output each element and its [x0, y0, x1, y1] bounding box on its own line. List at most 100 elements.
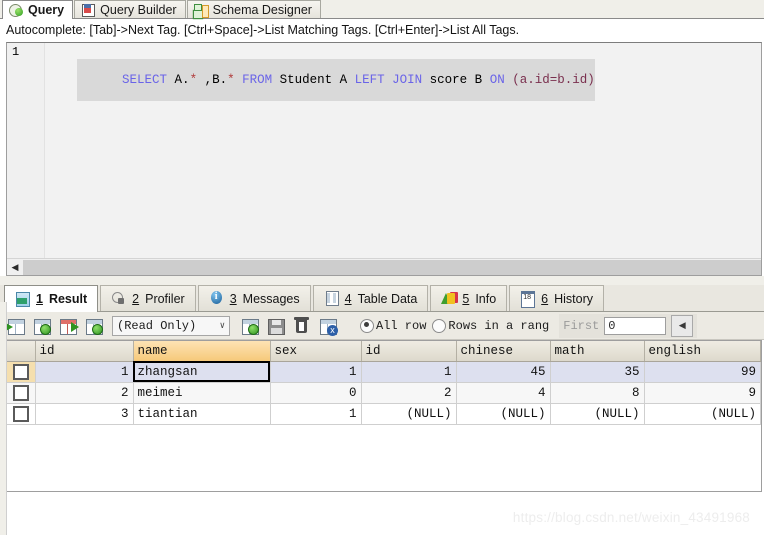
tab-result[interactable]: 1 Result [4, 285, 99, 312]
save-record-icon[interactable] [264, 316, 286, 336]
grid-header-row: id name sex id chinese math english [7, 341, 761, 362]
table-data-icon [324, 291, 339, 306]
duplicate-record-icon[interactable] [30, 316, 52, 336]
cell-english[interactable]: 9 [644, 382, 761, 404]
sql-token-b: ,B. [197, 73, 228, 87]
sql-token-select: SELECT [122, 73, 168, 87]
editor-horizontal-scrollbar[interactable]: ◀ [7, 258, 761, 275]
cell-name[interactable]: tiantian [133, 403, 271, 425]
tab-history[interactable]: 6 History [509, 285, 605, 311]
edit-record-icon[interactable] [56, 316, 79, 336]
cell-name[interactable]: meimei [133, 382, 271, 404]
column-header-id-b[interactable]: id [361, 341, 457, 362]
autocomplete-hint-bar: Autocomplete: [Tab]->Next Tag. [Ctrl+Spa… [0, 19, 764, 42]
radio-rows-in-range[interactable] [432, 318, 447, 333]
line-number-1: 1 [12, 45, 20, 59]
cell-math[interactable]: 8 [550, 382, 645, 404]
cell-sex[interactable]: 0 [270, 382, 362, 404]
scrollbar-track[interactable] [23, 259, 761, 275]
scroll-left-arrow-icon[interactable]: ◀ [7, 259, 23, 275]
radio-all-rows-label: All row [376, 318, 427, 333]
query-globe-icon [9, 3, 23, 17]
panel-splitter[interactable] [0, 276, 764, 285]
delete-record-icon[interactable] [290, 316, 312, 336]
radio-rows-in-range-label: Rows in a rang [448, 318, 550, 333]
first-row-input[interactable]: 0 [604, 316, 667, 335]
scrollbar-thumb[interactable] [23, 259, 761, 275]
cell-sex[interactable]: 1 [270, 403, 362, 425]
cell-id-a[interactable]: 3 [35, 403, 134, 425]
row-selector-header [7, 341, 36, 362]
tab-messages-mnemonic: 3 [229, 291, 237, 306]
sql-editor[interactable]: 1 SELECT A.* ,B.* FROM Student A LEFT JO… [6, 42, 762, 276]
cell-id-a[interactable]: 1 [35, 361, 134, 383]
cell-english[interactable]: 99 [644, 361, 761, 383]
result-tab-bar: 1 Result 2 Profiler 3 Messages 4 Table D… [0, 285, 764, 312]
radio-all-rows[interactable] [360, 318, 374, 333]
cell-sex[interactable]: 1 [270, 361, 362, 383]
first-label: First [563, 318, 600, 333]
tab-messages-label: Messages [242, 291, 300, 306]
tab-history-mnemonic: 6 [541, 291, 549, 306]
cell-math[interactable]: (NULL) [550, 403, 645, 425]
tab-info-label: Info [475, 291, 497, 306]
cell-id-b[interactable]: 2 [361, 382, 457, 404]
add-record-icon[interactable] [82, 316, 104, 336]
sql-token-left-join: LEFT JOIN [354, 73, 423, 87]
row-selector-checkbox[interactable] [7, 403, 36, 425]
cell-english[interactable]: (NULL) [644, 403, 761, 425]
insert-record-icon[interactable] [4, 316, 26, 336]
tab-query-builder-label: Query Builder [100, 2, 177, 17]
row-selector-checkbox[interactable] [7, 361, 36, 383]
cell-id-b[interactable]: (NULL) [361, 403, 457, 425]
column-header-id-a[interactable]: id [35, 341, 134, 362]
result-grid-toolbar: (Read Only) ∨ x All row Rows in a rang F… [0, 312, 764, 340]
result-data-grid[interactable]: id name sex id chinese math english 1 zh… [6, 340, 762, 492]
cancel-record-icon[interactable]: x [316, 316, 338, 336]
cell-id-b[interactable]: 1 [361, 361, 457, 383]
cell-id-a[interactable]: 2 [35, 382, 134, 404]
spinner-left-icon[interactable]: ◀ [671, 314, 694, 337]
tab-info[interactable]: 5 Info [430, 285, 508, 311]
row-scope-radio-group: All row Rows in a rang [360, 318, 553, 333]
sql-token-from: FROM [242, 73, 273, 87]
post-record-icon[interactable] [238, 316, 260, 336]
tab-result-mnemonic: 1 [36, 292, 43, 306]
sql-token-space1 [235, 73, 243, 87]
tab-messages[interactable]: 3 Messages [197, 285, 311, 311]
sql-code-area[interactable]: SELECT A.* ,B.* FROM Student A LEFT JOIN… [45, 43, 761, 275]
cell-chinese[interactable]: 45 [456, 361, 551, 383]
column-header-math[interactable]: math [550, 341, 645, 362]
watermark-text: https://blog.csdn.net/weixin_43491968 [512, 510, 750, 525]
column-header-english[interactable]: english [644, 341, 761, 362]
tab-query[interactable]: Query [2, 0, 74, 19]
cell-math[interactable]: 35 [550, 361, 645, 383]
edit-mode-value: (Read Only) [117, 318, 197, 333]
sql-token-a: A. [167, 73, 190, 87]
schema-designer-icon [193, 3, 209, 18]
table-row[interactable]: 3 tiantian 1 (NULL) (NULL) (NULL) (NULL) [7, 403, 761, 425]
tab-history-label: History [554, 291, 594, 306]
tab-schema-designer[interactable]: Schema Designer [186, 0, 321, 18]
edit-mode-select[interactable]: (Read Only) ∨ [112, 315, 230, 336]
tab-table-data[interactable]: 4 Table Data [312, 285, 429, 311]
sql-token-score-b: score B [422, 73, 490, 87]
tab-info-mnemonic: 5 [462, 291, 470, 306]
sql-token-star-a: * [189, 73, 198, 87]
query-builder-icon [81, 3, 96, 17]
table-row[interactable]: 2 meimei 0 2 4 8 9 [7, 382, 761, 404]
column-header-sex[interactable]: sex [270, 341, 362, 362]
tab-profiler[interactable]: 2 Profiler [100, 285, 196, 311]
chevron-down-icon: ∨ [219, 320, 225, 331]
column-header-chinese[interactable]: chinese [456, 341, 551, 362]
tab-profiler-mnemonic: 2 [132, 291, 140, 306]
cell-name[interactable]: zhangsan [133, 361, 271, 383]
tab-query-builder[interactable]: Query Builder [74, 0, 186, 18]
table-row[interactable]: 1 zhangsan 1 1 45 35 99 [7, 361, 761, 383]
cell-chinese[interactable]: (NULL) [456, 403, 551, 425]
sql-statement-line: SELECT A.* ,B.* FROM Student A LEFT JOIN… [77, 59, 595, 101]
column-header-name[interactable]: name [133, 341, 271, 362]
cell-chinese[interactable]: 4 [456, 382, 551, 404]
tab-result-label: Result [48, 292, 88, 306]
row-selector-checkbox[interactable] [7, 382, 36, 404]
